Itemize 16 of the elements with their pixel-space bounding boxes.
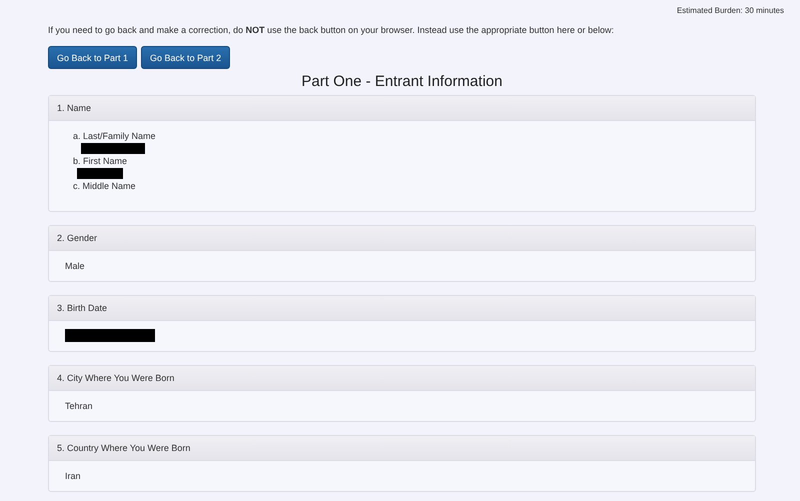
field-label: a. Last/Family Name [73,131,156,141]
panel-heading: 3. Birth Date [49,296,755,321]
field-label: c. Middle Name [73,181,136,191]
field-value: Male [65,260,85,273]
panel-heading: 1. Name [49,96,755,121]
field-label: b. First Name [73,156,128,166]
notice-text: If you need to go back and make a correction, do NOT use the back button on your browser. Instead use the appropriate button here or below: [48,24,615,36]
panel-heading: 4. City Where You Were Born [49,366,755,391]
field-value: Iran [65,470,81,483]
estimated-burden: Estimated Burden: 30 minutes [676,6,784,17]
panel-heading: 2. Gender [49,226,755,251]
go-back-button[interactable]: Go Back to Part 2 [141,46,230,69]
go-back-button[interactable]: Go Back to Part 1 [48,46,138,69]
panel-heading: 5. Country Where You Were Born [49,436,755,461]
section-title: Part One - Entrant Information [300,73,504,90]
field-value: Tehran [65,400,93,413]
